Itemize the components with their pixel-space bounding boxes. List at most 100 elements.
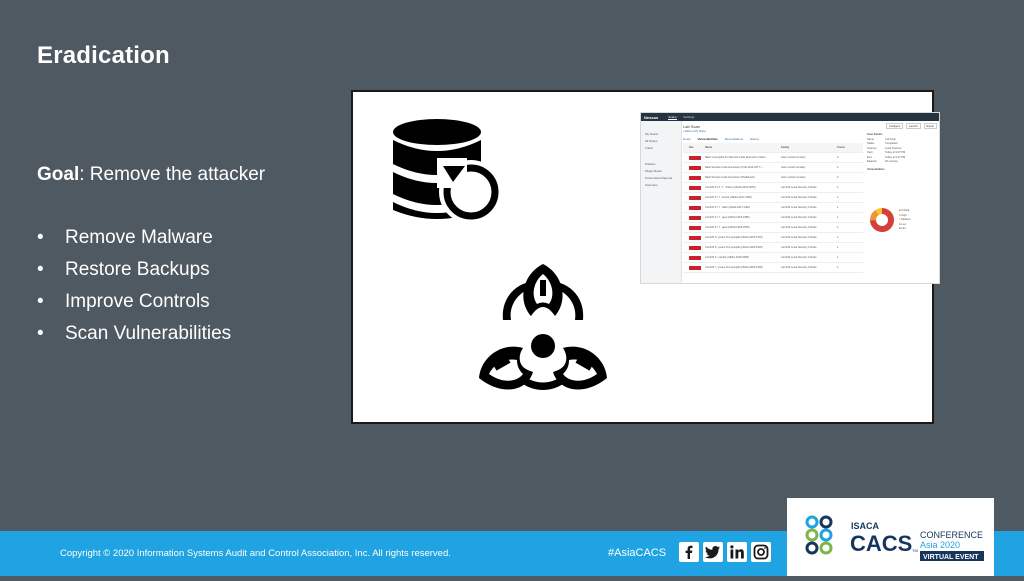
tab-remediations[interactable]: Remediations: [725, 137, 743, 141]
back-link[interactable]: « Back to My Scans: [683, 130, 863, 133]
vuln-family: CentOS Local Security Checks: [781, 266, 817, 269]
vuln-family: CentOS Local Security Checks: [781, 226, 817, 229]
isaca-text: ISACA: [851, 521, 880, 531]
vuln-name: CentOS 6 : java-1.8.0-openjdk (CESA-2015…: [705, 236, 763, 239]
sidebar-item[interactable]: Policies: [641, 160, 681, 167]
vuln-count: 1: [837, 246, 839, 249]
vuln-family: CentOS Local Security Checks: [781, 196, 817, 199]
vuln-family: CentOS Local Security Checks: [781, 186, 817, 189]
biohazard-icon: [479, 264, 607, 390]
vuln-name: CentOS 6 / 7 : kernel (CESA-2017:1382): [705, 196, 752, 199]
vulnerability-table: Bash Incomplete Fix Remote Code Executio…: [683, 153, 863, 273]
table-row[interactable]: CentOS 6 : java-1.8.0-openjdk (CESA-2015…: [683, 233, 863, 243]
vuln-chart-title: Vulnerabilities: [867, 167, 885, 171]
asia-2020-text: Asia 2020: [920, 540, 960, 550]
severity-badge: [689, 225, 701, 230]
vuln-count: 1: [837, 206, 839, 209]
table-row[interactable]: CentOS 6 : java-1.8.0-openjdk (CESA-2015…: [683, 243, 863, 253]
sidebar-item[interactable]: My Scans: [641, 130, 681, 137]
severity-badge: [689, 195, 701, 200]
severity-badge: [689, 175, 701, 180]
table-row[interactable]: Bash Remote Code Execution (CVE-2014-627…: [683, 163, 863, 173]
severity-badge: [689, 205, 701, 210]
linkedin-icon[interactable]: [727, 542, 747, 562]
sidebar-item[interactable]: Scanners: [641, 181, 681, 188]
severity-badge: [689, 265, 701, 270]
database-restore-icon: [393, 119, 503, 224]
export-button[interactable]: Export: [923, 123, 937, 129]
severity-badge: [689, 235, 701, 240]
severity-badge: [689, 215, 701, 220]
table-row[interactable]: Bash Incomplete Fix Remote Code Executio…: [683, 153, 863, 163]
vuln-count: 1: [837, 186, 839, 189]
sidebar-item[interactable]: Plugin Rules: [641, 167, 681, 174]
vuln-name: CentOS 6 / 7 : java (CESA-2015:1550): [705, 226, 750, 229]
scan-tabs: Hosts Vulnerabilities Remediations Histo…: [683, 137, 863, 141]
vuln-count: 1: [837, 196, 839, 199]
vuln-name: Bash Remote Code Execution (CVE-2014-627…: [705, 166, 765, 169]
sidebar-item[interactable]: Trash: [641, 144, 681, 151]
scanner-sidebar: My Scans All Scans Trash Policies Plugin…: [641, 121, 682, 283]
vuln-count: 1: [837, 266, 839, 269]
vuln-name: CentOS 6 : samba (CESA-2015:0256): [705, 256, 749, 259]
vuln-family: CentOS Local Security Checks: [781, 246, 817, 249]
donut-legend: ■ Critical ■ High ■ Medium ■ Low ■ Info: [899, 209, 911, 232]
vuln-name: CentOS 6 / 7 : flash (CESA-2017:1461): [705, 206, 751, 209]
copyright-text: Copyright © 2020 Information Systems Aud…: [60, 548, 451, 559]
launch-button[interactable]: Launch: [906, 123, 921, 129]
instagram-icon[interactable]: [751, 542, 771, 562]
hashtag[interactable]: #AsiaCACS: [608, 547, 666, 559]
goal-label: Goal: [37, 164, 80, 185]
vuln-count: 2: [837, 156, 839, 159]
vuln-family: Gain a shell remotely: [781, 156, 806, 159]
severity-donut-chart: [870, 208, 894, 232]
bullet-list: • Remove Malware • Restore Backups • Improv…: [37, 222, 231, 350]
scanner-logo: Nessus: [644, 114, 659, 120]
scanner-nav-scans[interactable]: Scans: [668, 115, 677, 120]
sidebar-item[interactable]: All Scans: [641, 137, 681, 144]
scan-title: Lab Scan: [683, 124, 700, 129]
sidebar-item[interactable]: Customized Reports: [641, 174, 681, 181]
image-panel: Nessus Scans Settings My Scans All Scans…: [351, 90, 940, 424]
table-row[interactable]: Bash Remote Code Execution (Shellshock) G…: [683, 173, 863, 183]
table-header: Sev Name Family Count: [683, 143, 863, 153]
vuln-family: CentOS Local Security Checks: [781, 206, 817, 209]
bullet-item: • Improve Controls: [37, 291, 210, 312]
severity-badge: [689, 155, 701, 160]
bullet-item: • Scan Vulnerabilities: [37, 323, 232, 344]
tab-history[interactable]: History: [750, 137, 759, 141]
isaca-rings-icon: [805, 515, 833, 555]
details-list: Name Lab Scan Status Completed Scanner Local …: [867, 138, 937, 165]
scan-details-panel: Configure Launch Export Scan Details Nam…: [867, 123, 937, 283]
table-row[interactable]: CentOS 6 : samba (CESA-2015:0256) CentOS …: [683, 253, 863, 263]
severity-badge: [689, 245, 701, 250]
table-row[interactable]: CentOS 7 : java-1.8.0-openjdk (CESA-2015…: [683, 263, 863, 273]
vuln-count: 1: [837, 256, 839, 259]
vuln-family: Gain a shell remotely: [781, 166, 806, 169]
table-row[interactable]: CentOS 6 / 7 : flash (CESA-2017:1461) Cen…: [683, 203, 863, 213]
vuln-count: 1: [837, 236, 839, 239]
isaca-cacs-logo: ISACA CACS TM CONFERENCE Asia 2020 VIRTU…: [787, 498, 994, 576]
vuln-name: Bash Remote Code Execution (Shellshock): [705, 176, 755, 179]
tab-vulnerabilities[interactable]: Vulnerabilities: [698, 137, 718, 141]
tm-mark: TM: [912, 548, 918, 553]
vuln-count: 1: [837, 216, 839, 219]
facebook-icon[interactable]: [679, 542, 699, 562]
slide-title: Eradication: [37, 42, 170, 69]
tab-hosts[interactable]: Hosts: [683, 137, 691, 141]
scanner-main: Lab Scan « Back to My Scans Hosts Vulner…: [683, 123, 863, 283]
table-row[interactable]: CentOS 6 / 7 : java (CESA-2015:1550) Cent…: [683, 223, 863, 233]
table-row[interactable]: CentOS 6 / 7 : java (CESA-2015:1586) Cent…: [683, 213, 863, 223]
table-row[interactable]: CentOS 5 / 6 / 7 : firefox (CESA-2015:09…: [683, 183, 863, 193]
legend-item: ■ Info: [899, 227, 906, 230]
configure-button[interactable]: Configure: [886, 123, 904, 129]
bullet-item: • Restore Backups: [37, 259, 210, 280]
vuln-name: CentOS 6 : java-1.8.0-openjdk (CESA-2015…: [705, 246, 763, 249]
table-row[interactable]: CentOS 6 / 7 : kernel (CESA-2017:1382) Ce…: [683, 193, 863, 203]
vuln-family: CentOS Local Security Checks: [781, 256, 817, 259]
vuln-count: 2: [837, 166, 839, 169]
vuln-name: Bash Incomplete Fix Remote Code Executio…: [705, 156, 768, 159]
vuln-name: CentOS 6 / 7 : java (CESA-2015:1586): [705, 216, 750, 219]
twitter-icon[interactable]: [703, 542, 723, 562]
scanner-nav-settings[interactable]: Settings: [683, 115, 694, 119]
